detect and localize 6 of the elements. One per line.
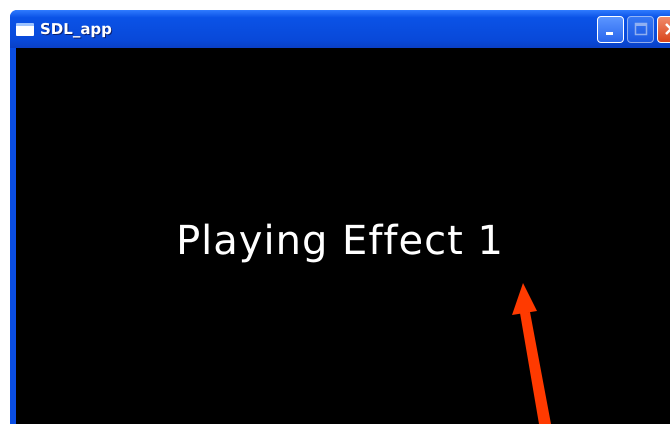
minimize-icon xyxy=(606,32,612,35)
maximize-icon xyxy=(634,22,648,36)
status-message: Playing Effect 1 xyxy=(176,218,504,266)
window-title: SDL_app xyxy=(40,20,113,38)
window-icon xyxy=(16,22,34,36)
minimize-button[interactable] xyxy=(597,16,624,42)
